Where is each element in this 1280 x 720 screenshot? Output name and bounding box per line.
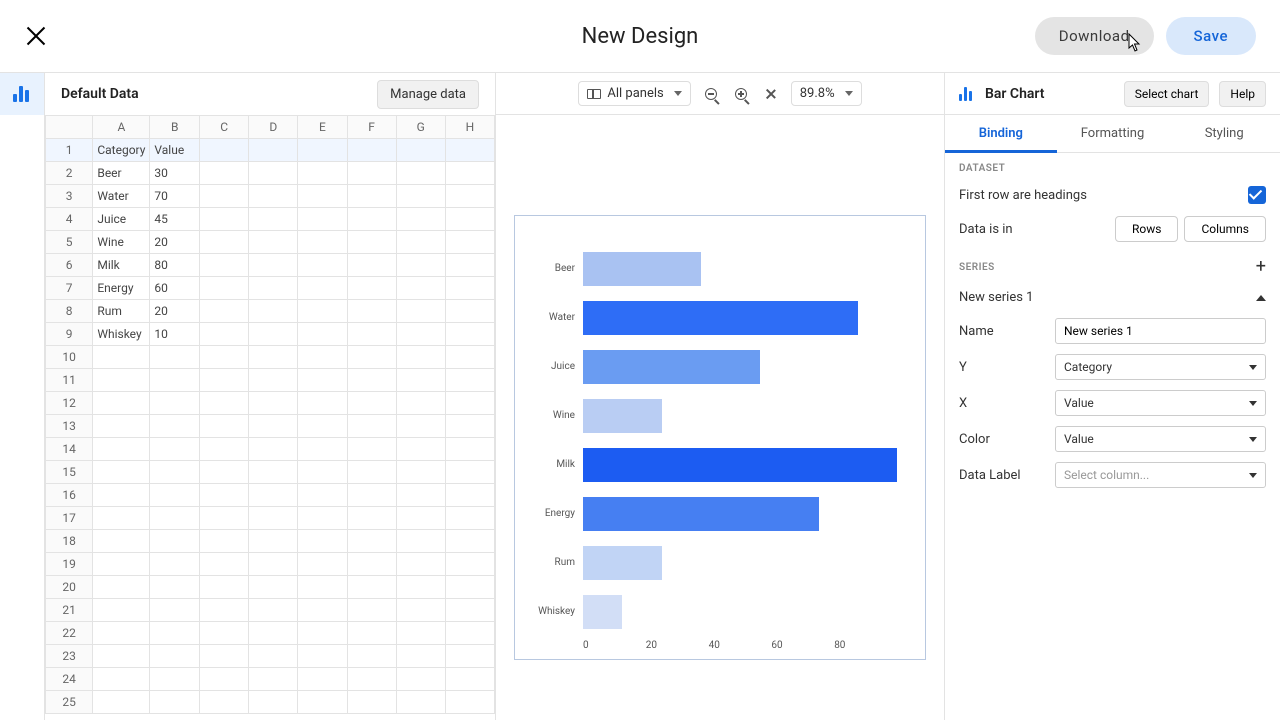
table-row[interactable]: 10 (46, 346, 495, 369)
chevron-down-icon (845, 91, 853, 96)
dataset-section-label: DATASET (945, 153, 1280, 180)
series-name-input[interactable] (1055, 318, 1266, 344)
add-series-button[interactable]: + (1256, 258, 1266, 276)
table-row[interactable]: 13 (46, 415, 495, 438)
series-color-label: Color (959, 432, 1045, 447)
top-bar: New Design Download Save (0, 0, 1280, 72)
table-row[interactable]: 8Rum20 (46, 300, 495, 323)
table-row[interactable]: 5Wine20 (46, 231, 495, 254)
table-row[interactable]: 18 (46, 530, 495, 553)
select-chart-button[interactable]: Select chart (1124, 81, 1210, 107)
series-section-label: SERIES (959, 262, 995, 273)
page-title: New Design (582, 24, 699, 49)
chart-preview[interactable]: Beer Water Juice Wine Milk Energy Rum Wh… (514, 215, 926, 660)
table-row[interactable]: 7Energy60 (46, 277, 495, 300)
table-row[interactable]: 17 (46, 507, 495, 530)
data-in-rows-button[interactable]: Rows (1115, 216, 1178, 242)
spreadsheet[interactable]: ABCDEFGH1CategoryValue2Beer303Water704Ju… (45, 115, 495, 720)
tab-formatting[interactable]: Formatting (1057, 115, 1169, 152)
table-row[interactable]: 23 (46, 645, 495, 668)
zoom-dropdown[interactable]: 89.8% (791, 81, 862, 106)
chart-bar: Whiskey (523, 587, 897, 636)
first-row-headings-label: First row are headings (959, 188, 1240, 203)
chart-bar: Energy (523, 489, 897, 538)
series-color-select[interactable]: Value (1055, 426, 1266, 452)
table-row[interactable]: 12 (46, 392, 495, 415)
chart-bar: Water (523, 293, 897, 342)
series-x-select[interactable]: Value (1055, 390, 1266, 416)
chart-bar: Wine (523, 391, 897, 440)
chart-bar: Rum (523, 538, 897, 587)
zoom-out-button[interactable] (703, 86, 719, 102)
table-row[interactable]: 22 (46, 622, 495, 645)
close-icon[interactable] (24, 24, 48, 48)
series-datalabel-select[interactable]: Select column... (1055, 462, 1266, 488)
series-item-label: New series 1 (959, 290, 1033, 305)
manage-data-button[interactable]: Manage data (377, 80, 479, 109)
data-in-columns-button[interactable]: Columns (1184, 216, 1266, 242)
table-row[interactable]: 2Beer30 (46, 162, 495, 185)
panels-icon (587, 89, 601, 99)
series-name-label: Name (959, 324, 1045, 339)
first-row-headings-checkbox[interactable] (1248, 186, 1266, 204)
data-title: Default Data (61, 86, 139, 102)
chart-bar: Beer (523, 244, 897, 293)
properties-panel: Bar Chart Select chart Help Binding Form… (945, 73, 1280, 720)
table-row[interactable]: 14 (46, 438, 495, 461)
table-row[interactable]: 11 (46, 369, 495, 392)
bar-chart-icon (13, 86, 31, 102)
series-x-label: X (959, 396, 1045, 411)
table-row[interactable]: 16 (46, 484, 495, 507)
data-in-label: Data is in (959, 222, 1107, 237)
tab-styling[interactable]: Styling (1168, 115, 1280, 152)
chevron-down-icon (674, 91, 682, 96)
bar-chart-icon (959, 87, 975, 101)
save-button[interactable]: Save (1166, 17, 1256, 55)
download-button[interactable]: Download (1035, 17, 1154, 55)
table-row[interactable]: 1CategoryValue (46, 139, 495, 162)
chart-bar: Milk (523, 440, 897, 489)
help-button[interactable]: Help (1219, 81, 1266, 107)
reset-zoom-button[interactable] (763, 86, 779, 102)
zoom-in-button[interactable] (733, 86, 749, 102)
chart-bar: Juice (523, 342, 897, 391)
table-row[interactable]: 6Milk80 (46, 254, 495, 277)
table-row[interactable]: 24 (46, 668, 495, 691)
table-row[interactable]: 9Whiskey10 (46, 323, 495, 346)
zoom-value: 89.8% (800, 86, 835, 101)
chart-type-title: Bar Chart (985, 86, 1114, 102)
tab-binding[interactable]: Binding (945, 115, 1057, 152)
table-row[interactable]: 4Juice45 (46, 208, 495, 231)
data-panel: Default Data Manage data ABCDEFGH1Catego… (45, 73, 496, 720)
series-datalabel-label: Data Label (959, 468, 1045, 483)
series-item[interactable]: New series 1 (945, 282, 1280, 313)
table-row[interactable]: 20 (46, 576, 495, 599)
series-y-select[interactable]: Category (1055, 354, 1266, 380)
icon-sidebar (0, 73, 45, 720)
chart-panel: All panels 89.8% Beer Water Juice Wine M… (496, 73, 945, 720)
table-row[interactable]: 3Water70 (46, 185, 495, 208)
table-row[interactable]: 21 (46, 599, 495, 622)
table-row[interactable]: 15 (46, 461, 495, 484)
sidebar-item-chart[interactable] (0, 73, 44, 115)
series-y-label: Y (959, 360, 1045, 375)
panels-dropdown-label: All panels (607, 86, 663, 101)
table-row[interactable]: 25 (46, 691, 495, 714)
table-row[interactable]: 19 (46, 553, 495, 576)
panels-dropdown[interactable]: All panels (578, 81, 690, 106)
chevron-up-icon (1256, 295, 1266, 301)
chart-toolbar: All panels 89.8% (496, 73, 944, 115)
